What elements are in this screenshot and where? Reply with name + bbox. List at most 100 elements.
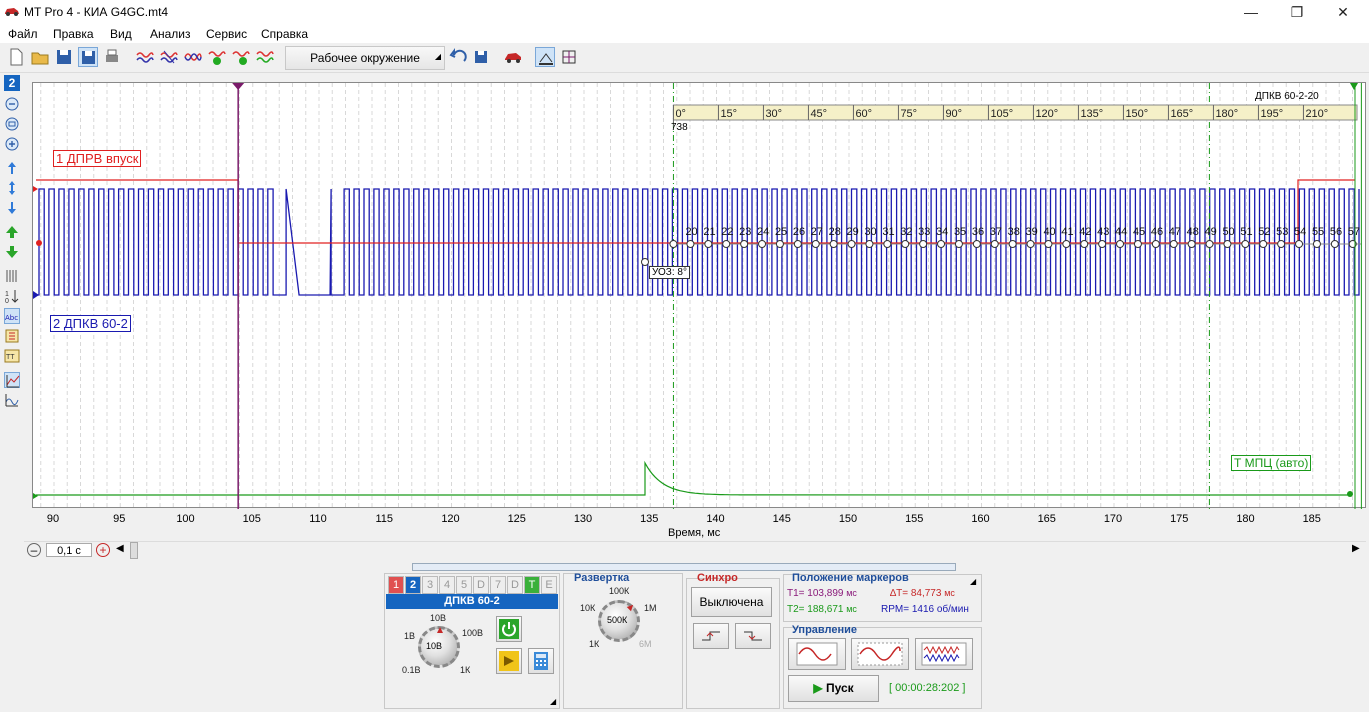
tooth-number: 21 <box>703 226 715 238</box>
menu-file[interactable]: Файл <box>8 27 38 41</box>
record-sweep-button[interactable] <box>915 638 973 670</box>
menu-analysis[interactable]: Анализ <box>150 27 191 41</box>
control-title: Управление <box>792 624 858 636</box>
tooth-number: 23 <box>739 226 751 238</box>
zoom-out-icon[interactable] <box>4 96 20 112</box>
environment-dropdown[interactable]: Рабочее окружение ◢ <box>285 46 445 70</box>
sync-mode-button[interactable]: Выключена <box>691 587 772 617</box>
sync-falling-edge-button[interactable] <box>735 623 771 649</box>
title-bar: MT Pro 4 - КИА G4GC.mt4 — ❐ ✕ <box>0 0 1369 24</box>
x-tick-label: 95 <box>113 513 126 525</box>
channel-tab-7[interactable]: 7 <box>490 576 506 594</box>
tooth-number: 26 <box>793 226 805 238</box>
single-sweep-button[interactable] <box>788 638 846 670</box>
car-icon[interactable] <box>503 47 523 67</box>
marker-t2-value: T2= 188,671 <box>787 604 844 615</box>
waveform-cross-icon[interactable] <box>159 47 179 67</box>
tooth-number: 41 <box>1061 226 1073 238</box>
sync-rising-edge-button[interactable] <box>693 623 729 649</box>
sort-icon[interactable]: 10 <box>4 288 20 304</box>
ch1-label[interactable]: 1 ДПРВ впуск <box>53 150 142 167</box>
scroll-right-icon[interactable]: ▶ <box>1352 543 1360 554</box>
tooth-number: 20 <box>685 226 697 238</box>
close-button[interactable]: ✕ <box>1320 0 1366 24</box>
toolbar: Рабочее окружение ◢ <box>0 43 1369 73</box>
undo-icon[interactable] <box>449 47 469 67</box>
save-state-icon[interactable] <box>471 47 491 67</box>
channel-tab-4[interactable]: 4 <box>439 576 455 594</box>
zoom-in-icon[interactable] <box>4 136 20 152</box>
scale-icon[interactable] <box>4 328 20 344</box>
open-folder-icon[interactable] <box>30 47 50 67</box>
panel-resize-icon[interactable]: ◢ <box>550 697 556 706</box>
angle-tick-label: 180° <box>1215 108 1238 120</box>
expand-vertical-icon[interactable] <box>4 180 20 196</box>
timebase-increase-button[interactable]: + <box>96 543 110 557</box>
print-icon[interactable] <box>102 47 122 67</box>
timebase-value[interactable]: 0,1 с <box>46 543 92 557</box>
tooth-marker <box>883 240 892 248</box>
knob-label-1v: 1В <box>404 631 416 641</box>
channel-tab-9[interactable]: T <box>524 576 540 594</box>
cursor-mode-icon[interactable] <box>535 47 555 67</box>
tooth-number: 29 <box>847 226 859 238</box>
channel-power-button[interactable] <box>496 616 522 642</box>
maximize-button[interactable]: ❐ <box>1274 0 1320 24</box>
zoom-reset-icon[interactable] <box>4 116 20 132</box>
new-file-icon[interactable] <box>6 47 26 67</box>
chart-mode-icon[interactable] <box>4 372 20 388</box>
active-channel-badge[interactable]: 2 <box>4 75 20 91</box>
channel-tab-5[interactable]: 5 <box>456 576 472 594</box>
waveform-check-icon[interactable] <box>207 47 227 67</box>
ch2-label[interactable]: 2 ДПКВ 60-2 <box>50 315 131 332</box>
menu-service[interactable]: Сервис <box>206 27 247 41</box>
record-scrollbar[interactable] <box>412 563 956 571</box>
calculator-icon[interactable] <box>528 648 554 674</box>
text-tools-icon[interactable]: TT <box>4 348 20 364</box>
timebase-decrease-button[interactable]: – <box>27 543 41 557</box>
move-up-icon[interactable] <box>4 160 20 176</box>
scroll-left-icon[interactable]: ◀ <box>116 543 124 554</box>
spectrum-mode-icon[interactable] <box>4 392 20 408</box>
menu-view[interactable]: Вид <box>110 27 132 41</box>
x-tick-label: 165 <box>1037 513 1056 525</box>
waveform-compare-icon[interactable] <box>183 47 203 67</box>
channel-tab-10[interactable]: E <box>541 576 557 594</box>
channel-tab-6[interactable]: D <box>473 576 489 594</box>
normal-sweep-button[interactable] <box>851 638 909 670</box>
tooth-marker <box>740 240 749 248</box>
waveform-settings-icon[interactable] <box>255 47 275 67</box>
grid-icon[interactable] <box>4 268 20 284</box>
menu-edit[interactable]: Правка <box>53 27 94 41</box>
ch3-label[interactable]: Т МПЦ (авто) <box>1231 455 1312 471</box>
knob-label-01v: 0.1В <box>402 665 421 675</box>
channel-tab-3[interactable]: 3 <box>422 576 438 594</box>
waveform-info-icon[interactable] <box>231 47 251 67</box>
move-down-icon[interactable] <box>4 200 20 216</box>
x-tick-label: 170 <box>1103 513 1123 525</box>
markers-menu-icon[interactable]: ◢ <box>970 577 976 586</box>
oscilloscope-plot[interactable]: 0° 15° 30° 45° 60° 75° 90° 105° 120° 135° 150° 165°… <box>32 82 1366 509</box>
tooth-number: 37 <box>990 226 1002 238</box>
start-button[interactable]: ▶ Пуск <box>788 675 879 702</box>
tooth-number: 42 <box>1079 226 1091 238</box>
sweep-label-1m: 1М <box>644 603 657 613</box>
channel-probe-icon[interactable] <box>496 648 522 674</box>
marker-mode-icon[interactable] <box>559 47 579 67</box>
waveform-red-icon[interactable] <box>135 47 155 67</box>
save-as-icon[interactable] <box>78 47 98 67</box>
minimize-button[interactable]: — <box>1228 0 1274 24</box>
scroll-thumb[interactable] <box>130 542 138 559</box>
angle-tick-label: 195° <box>1260 108 1283 120</box>
menu-help[interactable]: Справка <box>261 27 308 41</box>
channel-tab-8[interactable]: D <box>507 576 523 594</box>
menu-bar: Файл Правка Вид Анализ Сервис Справка <box>0 24 1369 43</box>
save-icon[interactable] <box>54 47 74 67</box>
channel-tab-1[interactable]: 1 <box>388 576 404 594</box>
tooth-marker <box>1080 240 1089 248</box>
channel-tab-2[interactable]: 2 <box>405 576 421 594</box>
tooth-number: 53 <box>1276 226 1288 238</box>
labels-toggle-icon[interactable]: Abc <box>4 308 20 324</box>
arrow-up-green-icon[interactable] <box>4 224 20 240</box>
arrow-down-green-icon[interactable] <box>4 244 20 260</box>
